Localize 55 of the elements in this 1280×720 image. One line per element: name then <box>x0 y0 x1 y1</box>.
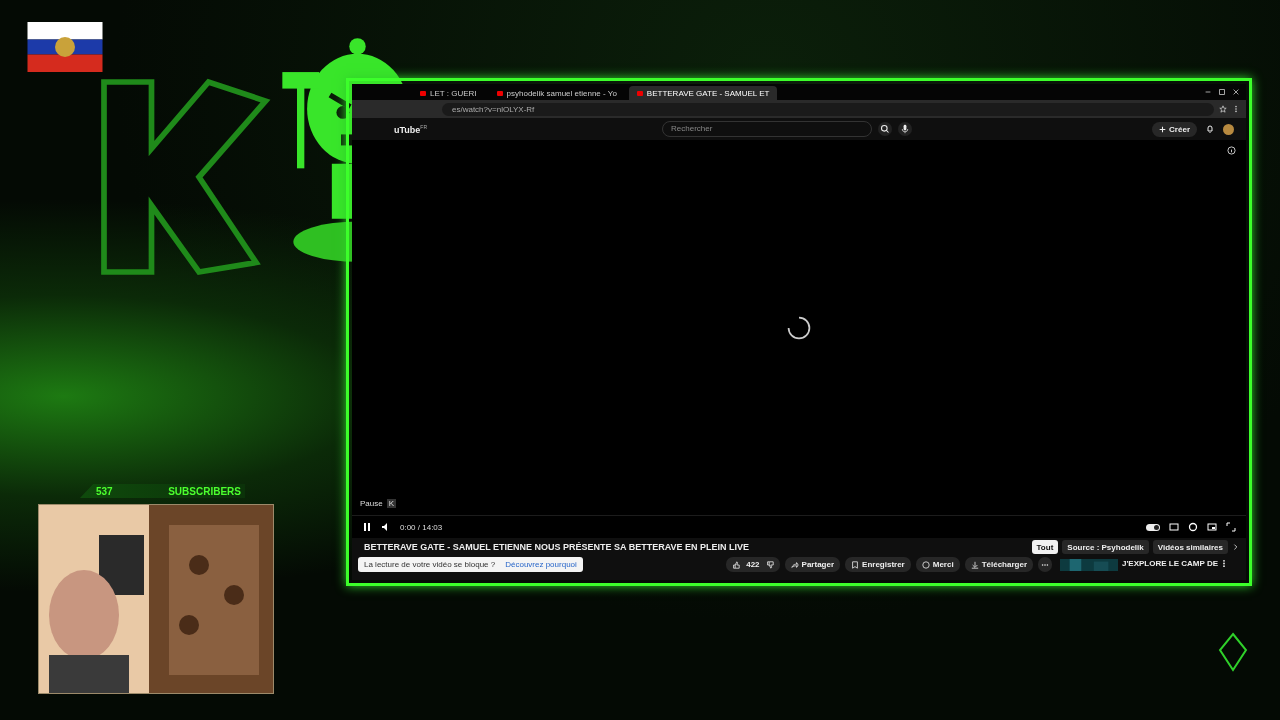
info-icon[interactable] <box>1227 146 1236 155</box>
search-icon[interactable] <box>878 122 892 136</box>
thanks-button[interactable]: Merci <box>915 557 960 572</box>
bookmark-icon <box>851 560 860 569</box>
microphone-icon[interactable] <box>898 122 912 136</box>
tooltip-label: Pause <box>360 499 383 508</box>
bell-icon[interactable] <box>1205 124 1215 134</box>
star-icon[interactable] <box>1219 105 1227 113</box>
like-count: 422 <box>746 560 760 569</box>
subtitles-icon[interactable] <box>1169 522 1179 532</box>
save-button[interactable]: Enregistrer <box>845 557 911 572</box>
create-button[interactable]: Créer <box>1152 121 1197 137</box>
menu-icon[interactable] <box>1232 105 1240 113</box>
shortcut-key: K <box>386 499 397 508</box>
circle-icon <box>921 560 930 569</box>
browser-tab[interactable]: psyhodelik samuel etienne - Yo <box>488 86 625 100</box>
like-button[interactable]: 422 <box>726 557 780 572</box>
notice-link[interactable]: Découvrez pourquoi <box>505 560 577 569</box>
subscriber-label: SUBSCRIBERS <box>168 485 241 497</box>
restore-icon[interactable] <box>1218 88 1226 96</box>
subscriber-count: 537 <box>96 485 113 497</box>
close-icon[interactable] <box>1232 88 1240 96</box>
filter-chip[interactable]: Source : Psyhodelik <box>1062 540 1149 554</box>
chevron-right-icon[interactable] <box>1232 543 1240 551</box>
notice-text: La lecture de votre vidéo se bloque ? <box>364 560 496 569</box>
loading-spinner-icon <box>786 315 812 342</box>
address-bar[interactable]: es/watch?v=nlOLYX-Rf <box>442 102 1214 116</box>
video-icon <box>636 90 643 96</box>
browser-tab[interactable]: BETTERAVE GATE - SAMUEL ET <box>628 86 778 100</box>
more-icon[interactable] <box>1222 558 1226 568</box>
miniplayer-icon[interactable] <box>1207 522 1217 532</box>
settings-icon[interactable] <box>1188 522 1198 532</box>
site-logo[interactable]: uTube$^{FR}$ <box>394 123 654 135</box>
pause-icon[interactable] <box>362 522 372 532</box>
autoplay-toggle[interactable] <box>1146 523 1160 531</box>
thumbs-up-icon <box>732 560 741 569</box>
video-title: BETTERAVE GATE - SAMUEL ETIENNE NOUS PRÉSENTE SA BETTERAVE EN PLEIN LIVE <box>364 542 750 552</box>
fullscreen-icon[interactable] <box>1226 522 1236 532</box>
filter-chip[interactable]: Tout <box>1031 540 1059 554</box>
download-button[interactable]: Télécharger <box>964 557 1033 572</box>
browser-tab[interactable]: LET : GUERI <box>412 86 485 100</box>
share-button[interactable]: Partager <box>784 557 841 572</box>
thumbs-down-icon[interactable] <box>765 560 774 569</box>
more-button[interactable] <box>1038 557 1052 572</box>
filter-chip[interactable]: Vidéos similaires <box>1152 540 1228 554</box>
minimize-icon[interactable] <box>1204 88 1212 96</box>
suggested-video-title[interactable]: J'EXPLORE LE CAMP DE <box>1122 558 1218 568</box>
plus-icon <box>1159 125 1167 133</box>
download-icon <box>970 560 979 569</box>
video-icon <box>496 90 503 96</box>
time-display: 0:00 / 14:03 <box>400 522 443 532</box>
share-icon <box>790 560 799 569</box>
diamond-icon <box>1218 632 1248 672</box>
avatar[interactable] <box>1223 123 1234 135</box>
video-icon <box>420 90 426 96</box>
